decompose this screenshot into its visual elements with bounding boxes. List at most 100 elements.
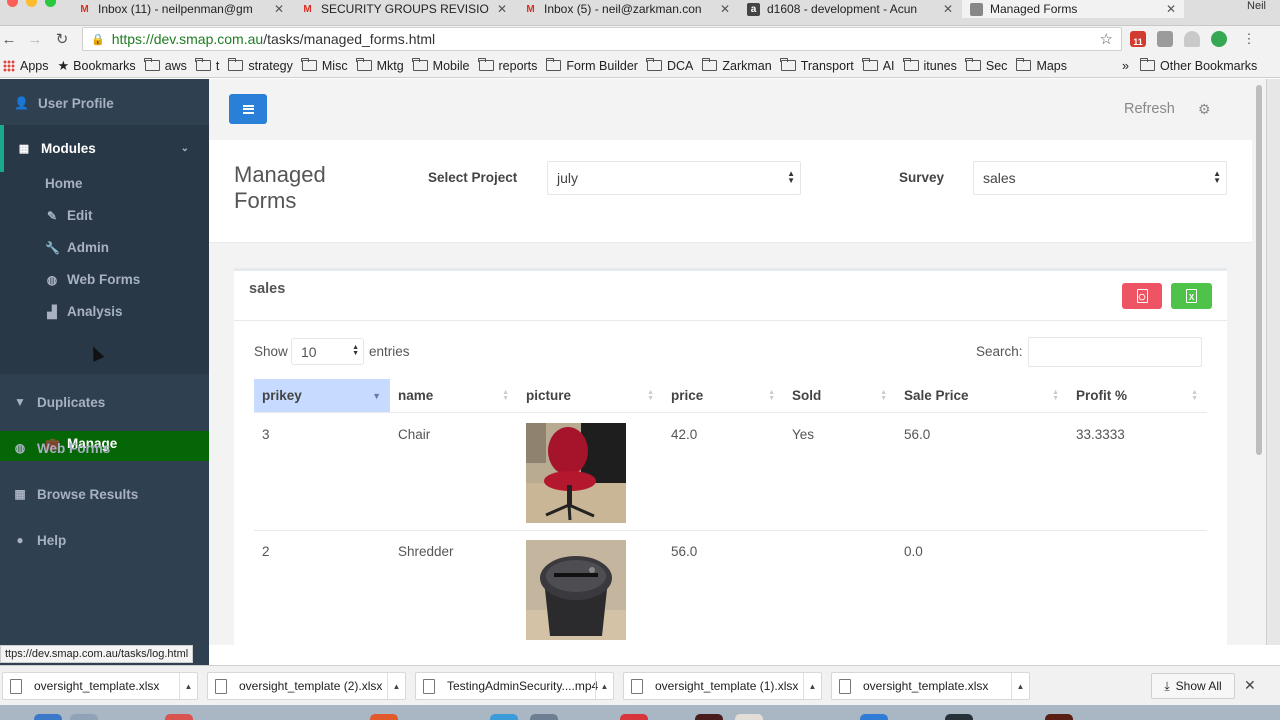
download-item[interactable]: TestingAdminSecurity....mp4 ▲	[415, 672, 614, 700]
download-item[interactable]: oversight_template (2).xlsx ▲	[207, 672, 406, 700]
column-header-name[interactable]: name ▲ ▼	[390, 379, 518, 413]
gear-icon[interactable]: ⚙	[1198, 101, 1211, 118]
chevron-up-icon[interactable]: ▲	[179, 673, 197, 699]
page-scrollbar[interactable]	[1252, 79, 1266, 645]
sidebar-item-home[interactable]: Home	[45, 176, 83, 191]
sidebar-item-browse-results[interactable]: ▦ Browse Results	[0, 484, 209, 504]
back-icon[interactable]: ←	[0, 30, 18, 48]
extension-icon[interactable]	[1157, 31, 1173, 47]
close-icon[interactable]: ✕	[1166, 2, 1176, 16]
export-excel-button[interactable]: X	[1171, 283, 1212, 309]
app-icon[interactable]	[530, 714, 558, 720]
bookmark-folder[interactable]: Mktg	[356, 58, 404, 73]
chair-photo[interactable]	[526, 423, 626, 523]
bookmark-folder[interactable]: Mobile	[412, 58, 470, 73]
project-select[interactable]: july ▲ ▼	[547, 161, 801, 195]
bookmark-folder[interactable]: AI	[862, 58, 895, 73]
sidebar-item-web-forms-main[interactable]: ◍ Web Forms	[0, 438, 209, 458]
app-icon[interactable]	[860, 714, 888, 720]
bookmark-apps[interactable]: Apps	[3, 59, 49, 73]
chevron-up-icon[interactable]: ▲	[803, 673, 821, 699]
bookmark-folder[interactable]: Transport	[780, 58, 854, 73]
sidebar-item-duplicates[interactable]: ▼ Duplicates	[0, 392, 209, 412]
close-icon[interactable]: ✕	[943, 2, 953, 16]
bookmark-folder[interactable]: Zarkman	[701, 58, 772, 73]
app-icon[interactable]	[945, 714, 973, 720]
bookmark-folder[interactable]: t	[195, 58, 219, 73]
column-header-profit[interactable]: Profit % ▲ ▼	[1068, 379, 1207, 413]
zoom-window-button[interactable]	[45, 0, 56, 7]
app-icon[interactable]	[490, 714, 518, 720]
survey-select[interactable]: sales ▲ ▼	[973, 161, 1227, 195]
minimize-window-button[interactable]	[26, 0, 37, 7]
toggle-sidebar-button[interactable]	[229, 94, 267, 124]
reload-icon[interactable]: ↻	[53, 30, 71, 48]
tab-inbox-zarkman[interactable]: M Inbox (5) - neil@zarkman.con ✕	[516, 0, 738, 18]
download-item[interactable]: oversight_template.xlsx ▲	[831, 672, 1030, 700]
bookmark-folder[interactable]: Form Builder	[545, 58, 638, 73]
bookmark-folder[interactable]: itunes	[903, 58, 957, 73]
bookmark-bookmarks[interactable]: ★ Bookmarks	[58, 58, 136, 74]
browser-menu-icon[interactable]: ⋮	[1240, 30, 1258, 48]
column-header-sale-price[interactable]: Sale Price ▲ ▼	[896, 379, 1068, 413]
sidebar-item-help[interactable]: ● Help	[0, 530, 209, 550]
bookmark-folder[interactable]: Sec	[965, 58, 1007, 73]
chevron-up-icon[interactable]: ▲	[1011, 673, 1029, 699]
gmail-extension-icon[interactable]: 11	[1130, 31, 1146, 47]
bookmarks-overflow-chevron[interactable]: »	[1122, 59, 1129, 73]
download-item[interactable]: oversight_template.xlsx ▲	[2, 672, 198, 700]
column-header-prikey[interactable]: prikey ▼	[254, 379, 390, 413]
scrollbar-thumb[interactable]	[1256, 85, 1262, 455]
download-item[interactable]: oversight_template (1).xlsx ▲	[623, 672, 822, 700]
app-icon[interactable]	[370, 714, 398, 720]
table-row[interactable]: 2 Shredder 56.0 0.0	[254, 531, 1207, 645]
app-icon[interactable]	[735, 714, 763, 720]
sidebar-item-web-forms[interactable]: ◍ Web Forms	[45, 272, 141, 287]
evernote-extension-icon[interactable]	[1211, 31, 1227, 47]
entries-per-page-select[interactable]: 10 ▲ ▼	[291, 338, 364, 365]
tab-security-groups[interactable]: M SECURITY GROUPS REVISIO ✕	[293, 0, 515, 18]
app-icon[interactable]	[695, 714, 723, 720]
export-pdf-button[interactable]: ⎔	[1122, 283, 1162, 309]
close-icon[interactable]: ✕	[274, 2, 284, 16]
app-icon[interactable]	[165, 714, 193, 720]
close-icon[interactable]: ✕	[720, 2, 730, 16]
app-icon[interactable]	[70, 714, 98, 720]
tab-inbox-neilpenman[interactable]: M Inbox (11) - neilpenman@gm ✕	[70, 0, 292, 18]
bookmark-folder[interactable]: reports	[478, 58, 537, 73]
column-header-sold[interactable]: Sold ▲ ▼	[784, 379, 896, 413]
sidebar-item-user-profile[interactable]: 👤 User Profile	[0, 93, 209, 113]
sidebar-item-modules[interactable]: ▦ Modules ⌄	[0, 125, 209, 172]
close-icon[interactable]: ✕	[497, 2, 507, 16]
table-row[interactable]: 3 Chair 42.0 Yes 56.0 33.3333	[254, 414, 1207, 531]
app-icon[interactable]	[620, 714, 648, 720]
sidebar-item-analysis[interactable]: ▟ Analysis	[45, 304, 122, 319]
chevron-up-icon[interactable]: ▲	[595, 673, 613, 699]
close-window-button[interactable]	[7, 0, 18, 7]
address-bar[interactable]: 🔒 https://dev.smap.com.au/tasks/managed_…	[82, 27, 1122, 51]
shredder-photo[interactable]	[526, 540, 626, 640]
bookmark-folder[interactable]: Misc	[301, 58, 348, 73]
refresh-link[interactable]: Refresh	[1124, 101, 1175, 117]
forward-icon[interactable]: →	[26, 30, 44, 48]
other-bookmarks[interactable]: Other Bookmarks	[1139, 58, 1257, 73]
column-header-price[interactable]: price ▲ ▼	[663, 379, 784, 413]
show-all-downloads-button[interactable]: ⤓ Show All	[1151, 673, 1235, 699]
bookmark-folder[interactable]: strategy	[227, 58, 293, 73]
chevron-up-icon[interactable]: ▲	[387, 673, 405, 699]
sidebar-item-admin[interactable]: 🔧 Admin	[45, 240, 109, 255]
bookmark-folder[interactable]: aws	[144, 58, 187, 73]
bookmark-star-icon[interactable]: ☆	[1100, 30, 1113, 48]
sidebar-item-edit[interactable]: ✎ Edit	[45, 208, 93, 223]
search-input[interactable]	[1028, 337, 1202, 367]
tab-managed-forms[interactable]: Managed Forms ✕	[962, 0, 1184, 18]
finder-icon[interactable]	[34, 714, 62, 720]
app-icon[interactable]	[1045, 714, 1073, 720]
bookmark-folder[interactable]: DCA	[646, 58, 693, 73]
bookmark-folder[interactable]: Maps	[1015, 58, 1067, 73]
close-icon[interactable]: ✕	[1244, 677, 1256, 694]
tab-acunote[interactable]: a d1608 - development - Acun ✕	[739, 0, 961, 18]
browser-user-badge[interactable]: Neil	[1247, 0, 1266, 12]
drive-extension-icon[interactable]	[1184, 31, 1200, 47]
column-header-picture[interactable]: picture ▲ ▼	[518, 379, 663, 413]
